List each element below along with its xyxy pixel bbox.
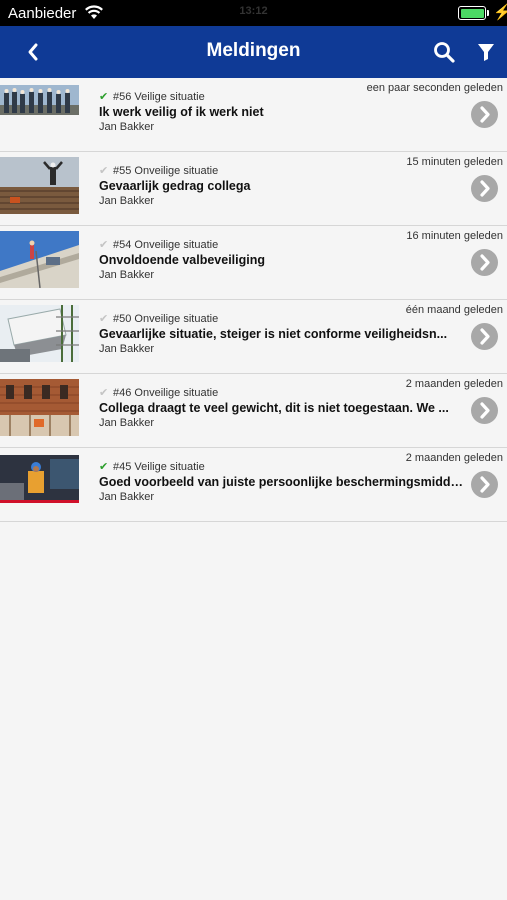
brick-building-photo (0, 379, 79, 436)
notification-time: een paar seconden geleden (366, 82, 503, 94)
chevron-right-icon[interactable] (471, 175, 498, 202)
checkmark-icon: ✔ (99, 313, 109, 325)
notification-author: Jan Bakker (99, 343, 155, 355)
notification-author: Jan Bakker (99, 269, 155, 281)
chevron-right-icon[interactable] (471, 101, 498, 128)
list-item[interactable]: ✔ #56 Veilige situatie een paar seconden … (0, 78, 507, 152)
workers-group-photo (0, 83, 79, 140)
notification-number: #54 (113, 239, 132, 251)
notification-type: Veilige situatie (134, 461, 205, 473)
list-item[interactable]: ✔ #54 Onveilige situatie 16 minuten geled… (0, 226, 507, 300)
notification-meta: ✔ #56 Veilige situatie (99, 90, 205, 103)
checkmark-icon: ✔ (99, 239, 109, 251)
roof-worker-photo (0, 231, 79, 288)
checkmark-icon: ✔ (99, 461, 109, 473)
list-item[interactable]: ✔ #50 Onveilige situatie één maand gelede… (0, 300, 507, 374)
page-title: Meldingen (206, 40, 301, 61)
chevron-right-icon[interactable] (471, 471, 498, 498)
checkmark-icon: ✔ (99, 165, 109, 177)
notification-title: Ik werk veilig of ik werk niet (99, 105, 264, 119)
notification-title: Onvoldoende valbeveiliging (99, 253, 266, 267)
chevron-right-icon[interactable] (471, 323, 498, 350)
clock: 13:12 (239, 5, 268, 17)
notification-time: 15 minuten geleden (406, 156, 503, 168)
notification-type: Onveilige situatie (134, 313, 219, 325)
notification-number: #50 (113, 313, 132, 325)
scaffolding-photo (0, 305, 79, 362)
notification-meta: ✔ #46 Onveilige situatie (99, 386, 218, 399)
checkmark-icon: ✔ (99, 387, 109, 399)
notification-time: één maand geleden (405, 304, 503, 316)
chevron-right-icon[interactable] (471, 249, 498, 276)
battery-tip (487, 10, 489, 16)
notification-title: Collega draagt te veel gewicht, dit is n… (99, 401, 449, 415)
notification-author: Jan Bakker (99, 121, 155, 133)
notification-meta: ✔ #55 Onveilige situatie (99, 164, 218, 177)
notification-type: Veilige situatie (134, 91, 205, 103)
notification-type: Onveilige situatie (134, 165, 219, 177)
notification-title: Goed voorbeeld van juiste persoonlijke b… (99, 475, 467, 489)
status-bar: Aanbieder 13:12 ⚡ (0, 0, 507, 26)
list-item[interactable]: ✔ #45 Veilige situatie 2 maanden geleden … (0, 448, 507, 522)
search-icon[interactable] (432, 39, 456, 65)
worker-in-ppe-photo (0, 453, 79, 510)
notification-time: 16 minuten geleden (406, 230, 503, 242)
worker-on-rebar-photo (0, 157, 79, 214)
notification-author: Jan Bakker (99, 417, 155, 429)
notification-time: 2 maanden geleden (405, 452, 503, 464)
notification-meta: ✔ #50 Onveilige situatie (99, 312, 218, 325)
battery-icon (458, 6, 486, 20)
notification-type: Onveilige situatie (134, 239, 219, 251)
filter-icon[interactable] (476, 41, 496, 63)
notification-author: Jan Bakker (99, 195, 155, 207)
notification-number: #46 (113, 387, 132, 399)
list-item[interactable]: ✔ #55 Onveilige situatie 15 minuten geled… (0, 152, 507, 226)
checkmark-icon: ✔ (99, 91, 109, 103)
notification-number: #56 (113, 91, 132, 103)
notification-meta: ✔ #45 Veilige situatie (99, 460, 205, 473)
list-item[interactable]: ✔ #46 Onveilige situatie 2 maanden gelede… (0, 374, 507, 448)
navigation-bar: Meldingen (0, 26, 507, 78)
charging-icon: ⚡ (493, 4, 507, 21)
notification-time: 2 maanden geleden (405, 378, 503, 390)
notification-meta: ✔ #54 Onveilige situatie (99, 238, 218, 251)
notification-author: Jan Bakker (99, 491, 155, 503)
notification-number: #45 (113, 461, 132, 473)
notification-number: #55 (113, 165, 132, 177)
chevron-right-icon[interactable] (471, 397, 498, 424)
notification-list: ✔ #56 Veilige situatie een paar seconden … (0, 78, 507, 522)
notification-type: Onveilige situatie (134, 387, 219, 399)
notification-title: Gevaarlijk gedrag collega (99, 179, 251, 193)
notification-title: Gevaarlijke situatie, steiger is niet co… (99, 327, 448, 341)
